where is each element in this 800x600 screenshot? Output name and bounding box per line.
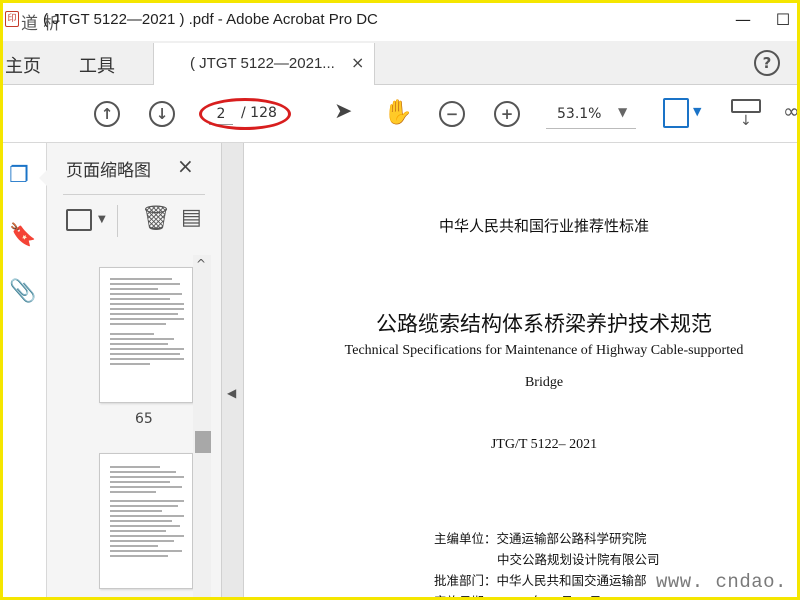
tab-document-label: ( JTGT 5122—2021... <box>190 55 335 72</box>
thumbnail-text-line <box>110 308 184 310</box>
thumbnail-text-line <box>110 535 184 537</box>
thumbnail-text-line <box>110 318 184 320</box>
thumbnail-text-line <box>110 358 184 360</box>
title-bar: 印 道 析 ( JTGT 5122—2021 ) .pdf - Adobe Ac… <box>3 3 797 41</box>
help-icon[interactable]: ? <box>754 50 780 76</box>
options-icon[interactable] <box>66 209 92 231</box>
thumbnail-text-line <box>110 505 178 507</box>
effective-date: 实施日期：2022 年 4 月 1 日 <box>434 591 602 597</box>
next-page-icon[interactable]: ↓ <box>149 101 175 127</box>
thumbnail-text-line <box>110 481 170 483</box>
thumbnail-text-line <box>110 476 184 478</box>
highlight-annotation <box>199 98 291 130</box>
panel-title: 页面缩略图 <box>66 161 151 181</box>
document-title-english-line1: Technical Specifications for Maintenance… <box>344 343 744 358</box>
hand-tool-icon[interactable]: ✋ <box>383 98 413 126</box>
arrow-down-icon: ↓ <box>740 113 752 129</box>
page-thumbnail[interactable] <box>99 453 193 589</box>
thumbnail-text-line <box>110 348 184 350</box>
thumbnail-text-line <box>110 530 166 532</box>
site-watermark: www. cndao. com <box>656 571 787 597</box>
chevron-left-icon[interactable]: ◀ <box>227 386 236 400</box>
zoom-in-icon[interactable]: + <box>494 101 520 127</box>
thumbnail-text-line <box>110 471 176 473</box>
thumbnail-text-line <box>110 278 172 280</box>
tab-bar: 主页 工具 ( JTGT 5122—2021... × ? <box>3 41 797 85</box>
menu-home[interactable]: 主页 <box>5 52 41 78</box>
standard-category: 中华人民共和国行业推荐性标准 <box>438 217 649 235</box>
thumbnail-text-line <box>110 486 182 488</box>
thumbnail-text-line <box>110 323 166 325</box>
select-tool-icon[interactable]: ➤ <box>334 99 352 124</box>
thumbnail-text-line <box>110 491 156 493</box>
fit-page-icon[interactable] <box>663 98 689 128</box>
thumbnail-text-line <box>110 338 174 340</box>
thumbnail-text-line <box>110 550 182 552</box>
maximize-icon[interactable]: ☐ <box>763 5 797 35</box>
divider <box>117 205 118 237</box>
zoom-out-icon[interactable]: − <box>439 101 465 127</box>
thumbnail-text-line <box>110 333 154 335</box>
navigation-rail: ❐ 🔖 📎 <box>3 143 48 597</box>
close-icon[interactable]: × <box>177 154 194 178</box>
panel-collapse-handle[interactable]: ◀ <box>222 143 244 597</box>
minimize-icon[interactable]: — <box>723 5 763 35</box>
thumbnail-text-line <box>110 540 174 542</box>
thumbnail-text-line <box>110 510 162 512</box>
acrobat-logo-icon: 印 <box>5 11 19 27</box>
read-mode-icon[interactable] <box>731 99 761 113</box>
toolbar: ↑ ↓ 2 / 128 ➤ ✋ − + 53.1% ▼ ▼ ↓ ∞ <box>3 85 797 143</box>
thumbnail-text-line <box>110 288 158 290</box>
scrollbar-thumb[interactable] <box>195 431 211 453</box>
previous-page-icon[interactable]: ↑ <box>94 101 120 127</box>
document-title-english-line2: Bridge <box>524 375 564 390</box>
document-view: 中华人民共和国行业推荐性标准 公路缆索结构体系桥梁养护技术规范 Technica… <box>244 143 797 597</box>
thumbnail-page-label: 65 <box>135 411 153 427</box>
bookmark-icon[interactable]: 🔖 <box>9 223 36 248</box>
thumbnail-text-line <box>110 303 184 305</box>
extract-pages-icon[interactable]: ▤ <box>181 205 202 230</box>
thumbnail-text-line <box>110 520 172 522</box>
thumbnail-text-line <box>110 525 180 527</box>
editor-unit: 主编单位：交通运输部公路科学研究院 <box>434 531 647 546</box>
thumbnail-text-line <box>110 343 168 345</box>
thumbnail-text-line <box>110 555 168 557</box>
window-title: ( JTGT 5122—2021 ) .pdf - Adobe Acrobat … <box>43 11 378 28</box>
chevron-down-icon[interactable]: ▼ <box>98 214 106 225</box>
zoom-value: 53.1% <box>557 106 602 122</box>
thumbnail-text-line <box>110 545 158 547</box>
thumbnail-text-line <box>110 283 180 285</box>
thumbnail-text-line <box>110 515 184 517</box>
chevron-down-icon[interactable]: ▼ <box>693 105 701 118</box>
thumbnails-panel: 页面缩略图 × ▼ 🗑 ▤ 65 ^ <box>47 143 222 597</box>
standard-code: JTG/T 5122– 2021 <box>490 437 598 452</box>
tab-document[interactable]: ( JTGT 5122—2021... × <box>153 43 375 85</box>
page-thumbnail[interactable] <box>99 267 193 403</box>
trash-icon[interactable]: 🗑 <box>141 204 171 232</box>
chevron-up-icon[interactable]: ^ <box>196 257 206 271</box>
document-title-chinese: 公路缆索结构体系桥梁养护技术规范 <box>376 312 712 336</box>
attachment-icon[interactable]: 📎 <box>9 279 36 304</box>
chevron-down-icon: ▼ <box>618 105 628 119</box>
menu-tools[interactable]: 工具 <box>79 52 115 78</box>
thumbnail-text-line <box>110 298 170 300</box>
page-thumbnails-icon[interactable]: ❐ <box>9 163 29 188</box>
thumbnail-text-line <box>110 313 178 315</box>
co-editor-unit: 中交公路规划设计院有限公司 <box>497 552 660 567</box>
close-icon[interactable]: × <box>351 53 364 72</box>
zoom-select[interactable]: 53.1% ▼ <box>546 101 636 129</box>
thumbnail-text-line <box>110 466 160 468</box>
thumbnail-text-line <box>110 500 184 502</box>
thumbnail-text-line <box>110 293 182 295</box>
link-icon[interactable]: ∞ <box>783 99 797 123</box>
divider <box>63 194 205 195</box>
app-window: 印 道 析 ( JTGT 5122—2021 ) .pdf - Adobe Ac… <box>0 0 800 600</box>
approving-department: 批准部门：中华人民共和国交通运输部 <box>434 573 647 588</box>
scrollbar[interactable]: ^ <box>193 255 211 597</box>
thumbnail-text-line <box>110 353 180 355</box>
thumbnail-text-line <box>110 363 150 365</box>
